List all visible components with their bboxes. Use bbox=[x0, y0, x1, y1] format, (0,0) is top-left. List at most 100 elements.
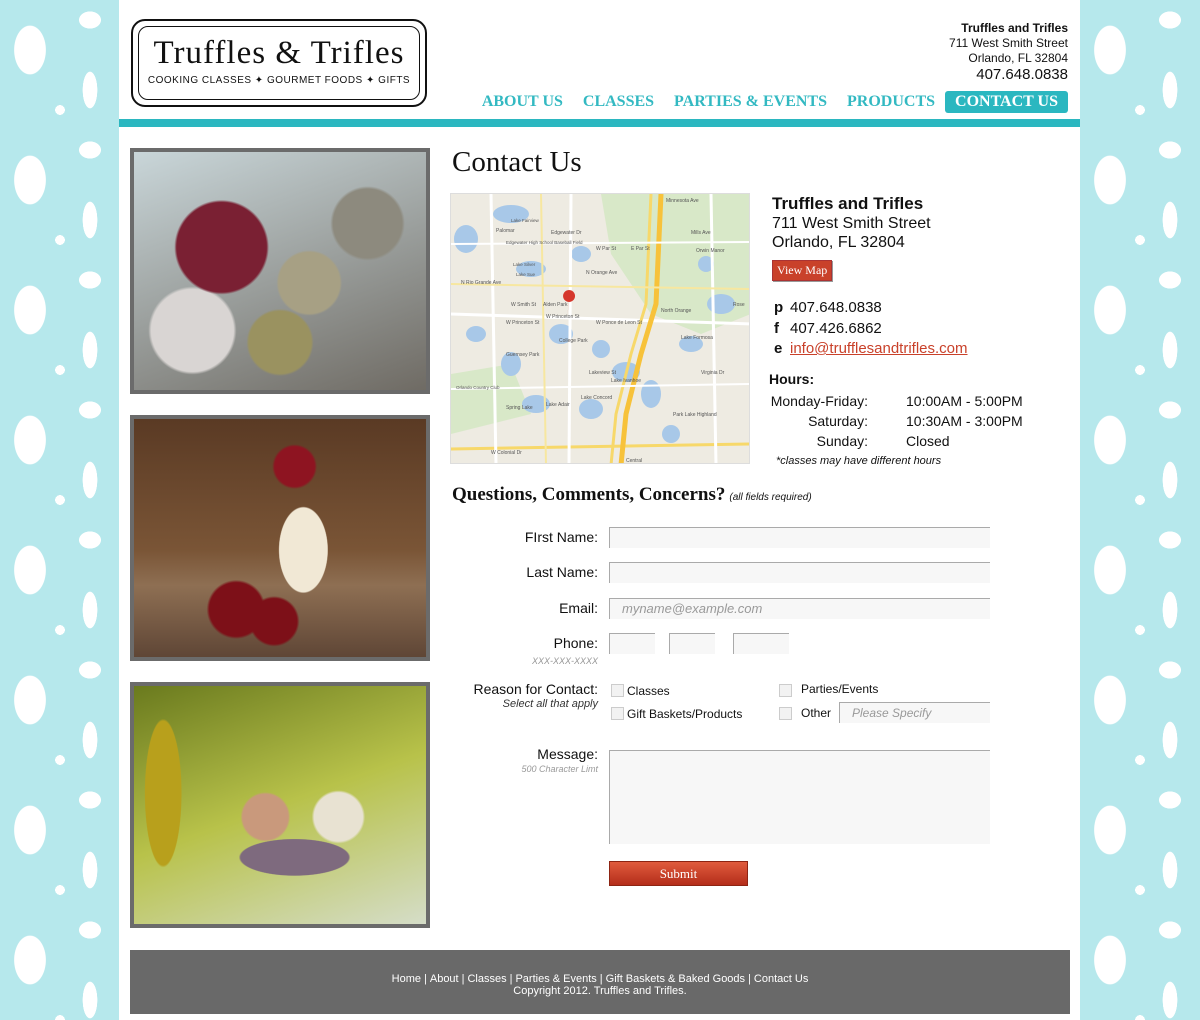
footer-link-classes[interactable]: Classes bbox=[467, 973, 506, 985]
footer: Home | About | Classes | Parties & Events | Gift… bbox=[130, 950, 1070, 1014]
map-label: Lake Fairview bbox=[511, 218, 540, 223]
phone-prefix-input[interactable] bbox=[669, 633, 715, 654]
location-map[interactable]: Minnesota Ave Palomar Lake Fairview Edge… bbox=[450, 193, 750, 464]
form-heading: Questions, Comments, Concerns? (all field… bbox=[452, 484, 812, 506]
phone-row: p 407.648.0838 bbox=[774, 298, 968, 319]
phone-area-input[interactable] bbox=[609, 633, 655, 654]
nav-contact-us[interactable]: CONTACT US bbox=[945, 91, 1068, 113]
fax-value: 407.426.6862 bbox=[790, 319, 882, 337]
hours-day: Sunday: bbox=[816, 433, 868, 449]
map-label: N Rio Grande Ave bbox=[461, 280, 501, 286]
map-label: Alden Park bbox=[543, 302, 568, 308]
email-label: Email: bbox=[559, 600, 598, 616]
checkbox-parties-events-label: Parties/Events bbox=[801, 682, 879, 696]
checkbox-gift-baskets[interactable] bbox=[611, 707, 624, 720]
map-label: E Par St bbox=[631, 246, 650, 252]
business-name: Truffles and Trifles bbox=[772, 194, 924, 213]
main-nav: ABOUT US CLASSES PARTIES & EVENTS PRODUC… bbox=[472, 91, 1068, 113]
hours-row: Monday-Friday: 10:00AM - 5:00PM bbox=[767, 391, 1023, 411]
message-textarea[interactable] bbox=[609, 750, 990, 844]
footer-separator: | bbox=[599, 973, 603, 985]
nav-classes[interactable]: CLASSES bbox=[573, 91, 664, 113]
fax-row: f 407.426.6862 bbox=[774, 319, 968, 340]
email-placeholder: myname@example.com bbox=[622, 601, 763, 616]
truffles-image bbox=[134, 152, 426, 390]
hours-time: Closed bbox=[906, 433, 950, 449]
map-label: Orlando Country Club bbox=[456, 385, 500, 390]
phone-hint: XXX-XXX-XXXX bbox=[531, 656, 598, 666]
phone-label: Phone: bbox=[553, 635, 598, 651]
map-label: W Colonial Dr bbox=[491, 450, 522, 456]
page-container: Truffles & Trifles COOKING CLASSES ✦ GOU… bbox=[119, 0, 1080, 1020]
map-label: N Orange Ave bbox=[586, 270, 618, 276]
form-heading-text: Questions, Comments, Concerns? bbox=[452, 484, 726, 505]
footer-link-parties[interactable]: Parties & Events bbox=[515, 973, 596, 985]
map-label: Palomar bbox=[496, 228, 515, 234]
phone-value: 407.648.0838 bbox=[790, 299, 882, 316]
footer-link-gift-baskets[interactable]: Gift Baskets & Baked Goods bbox=[606, 973, 745, 985]
submit-button[interactable]: Submit bbox=[609, 861, 748, 886]
header-address: Truffles and Trifles 711 West Smith Stre… bbox=[949, 21, 1068, 83]
nav-products[interactable]: PRODUCTS bbox=[837, 91, 945, 113]
logo-title: Truffles & Trifles bbox=[153, 35, 405, 71]
map-label: Edgewater Dr bbox=[551, 230, 582, 236]
email-input[interactable]: myname@example.com bbox=[609, 598, 990, 619]
first-name-label: FIrst Name: bbox=[524, 529, 598, 545]
map-label: Orwin Manor bbox=[696, 248, 725, 254]
hours-block: Hours: Monday-Friday: 10:00AM - 5:00PM Sa… bbox=[767, 371, 1023, 467]
footer-link-contact[interactable]: Contact Us bbox=[754, 973, 808, 985]
hours-note: *classes may have different hours bbox=[776, 455, 942, 467]
map-label: W Princeton St bbox=[546, 314, 580, 320]
phone-line-input[interactable] bbox=[733, 633, 789, 654]
email-link[interactable]: info@trufflesandtrifles.com bbox=[790, 340, 968, 357]
hours-time: 10:30AM - 3:00PM bbox=[906, 413, 1023, 429]
map-label: Lake Sue bbox=[516, 272, 536, 277]
first-name-input[interactable] bbox=[609, 527, 990, 548]
checkbox-classes-label: Classes bbox=[627, 684, 670, 698]
checkbox-other[interactable] bbox=[779, 707, 792, 720]
map-label: W Smith St bbox=[511, 302, 537, 308]
business-city: Orlando, FL 32804 bbox=[772, 234, 905, 251]
map-label: Guernsey Park bbox=[506, 352, 540, 358]
map-label: Lake Formosa bbox=[681, 335, 713, 341]
hours-time: 10:00AM - 5:00PM bbox=[906, 393, 1023, 409]
map-label: Lakeview St bbox=[589, 370, 617, 376]
map-label: Edgewater High School Baseball Field bbox=[506, 240, 583, 245]
nav-parties-events[interactable]: PARTIES & EVENTS bbox=[664, 91, 837, 113]
map-graphic: Minnesota Ave Palomar Lake Fairview Edge… bbox=[451, 194, 749, 464]
footer-link-about[interactable]: About bbox=[430, 973, 459, 985]
other-placeholder: Please Specify bbox=[852, 706, 932, 720]
fax-key: f bbox=[774, 319, 779, 337]
business-info: Truffles and Trifles 711 West Smith Stre… bbox=[772, 194, 931, 252]
header-city: Orlando, FL 32804 bbox=[968, 51, 1068, 65]
footer-link-home[interactable]: Home bbox=[392, 973, 421, 985]
contact-details: p 407.648.0838 f 407.426.6862 e info@truffl… bbox=[774, 298, 968, 360]
map-label: Park Lake Highland bbox=[673, 412, 717, 418]
footer-links: Home | About | Classes | Parties & Events | Gift… bbox=[130, 973, 1070, 985]
footer-copyright: Copyright 2012. Truffles and Trifles. bbox=[513, 985, 687, 997]
checkbox-gift-baskets-label: Gift Baskets/Products bbox=[627, 707, 743, 721]
message-hint: 500 Character Limt bbox=[521, 764, 598, 774]
header-street: 711 West Smith Street bbox=[949, 36, 1068, 50]
email-row: e info@trufflesandtrifles.com bbox=[774, 339, 968, 360]
message-label: Message: bbox=[537, 746, 598, 762]
last-name-input[interactable] bbox=[609, 562, 990, 583]
trifle-image bbox=[134, 419, 426, 657]
footer-separator: | bbox=[424, 973, 427, 985]
checkbox-classes[interactable] bbox=[611, 684, 624, 697]
logo-subtitle: COOKING CLASSES ✦ GOURMET FOODS ✦ GIFTS bbox=[147, 75, 411, 86]
header-divider-bar bbox=[119, 119, 1080, 127]
site-logo[interactable]: Truffles & Trifles COOKING CLASSES ✦ GOU… bbox=[131, 19, 427, 107]
view-map-button[interactable]: View Map bbox=[772, 260, 833, 281]
other-specify-input[interactable]: Please Specify bbox=[839, 702, 990, 723]
email-key: e bbox=[774, 340, 783, 357]
map-label: Lake Ivanhoe bbox=[611, 378, 641, 384]
map-label: Central bbox=[626, 458, 642, 464]
hours-day: Monday-Friday: bbox=[770, 393, 868, 409]
photo-oil-garlic bbox=[130, 682, 430, 928]
map-label: W Par St bbox=[596, 246, 617, 252]
checkbox-parties-events[interactable] bbox=[779, 684, 792, 697]
map-label: Mills Ave bbox=[691, 230, 711, 236]
footer-separator: | bbox=[748, 973, 751, 985]
nav-about-us[interactable]: ABOUT US bbox=[472, 91, 573, 113]
